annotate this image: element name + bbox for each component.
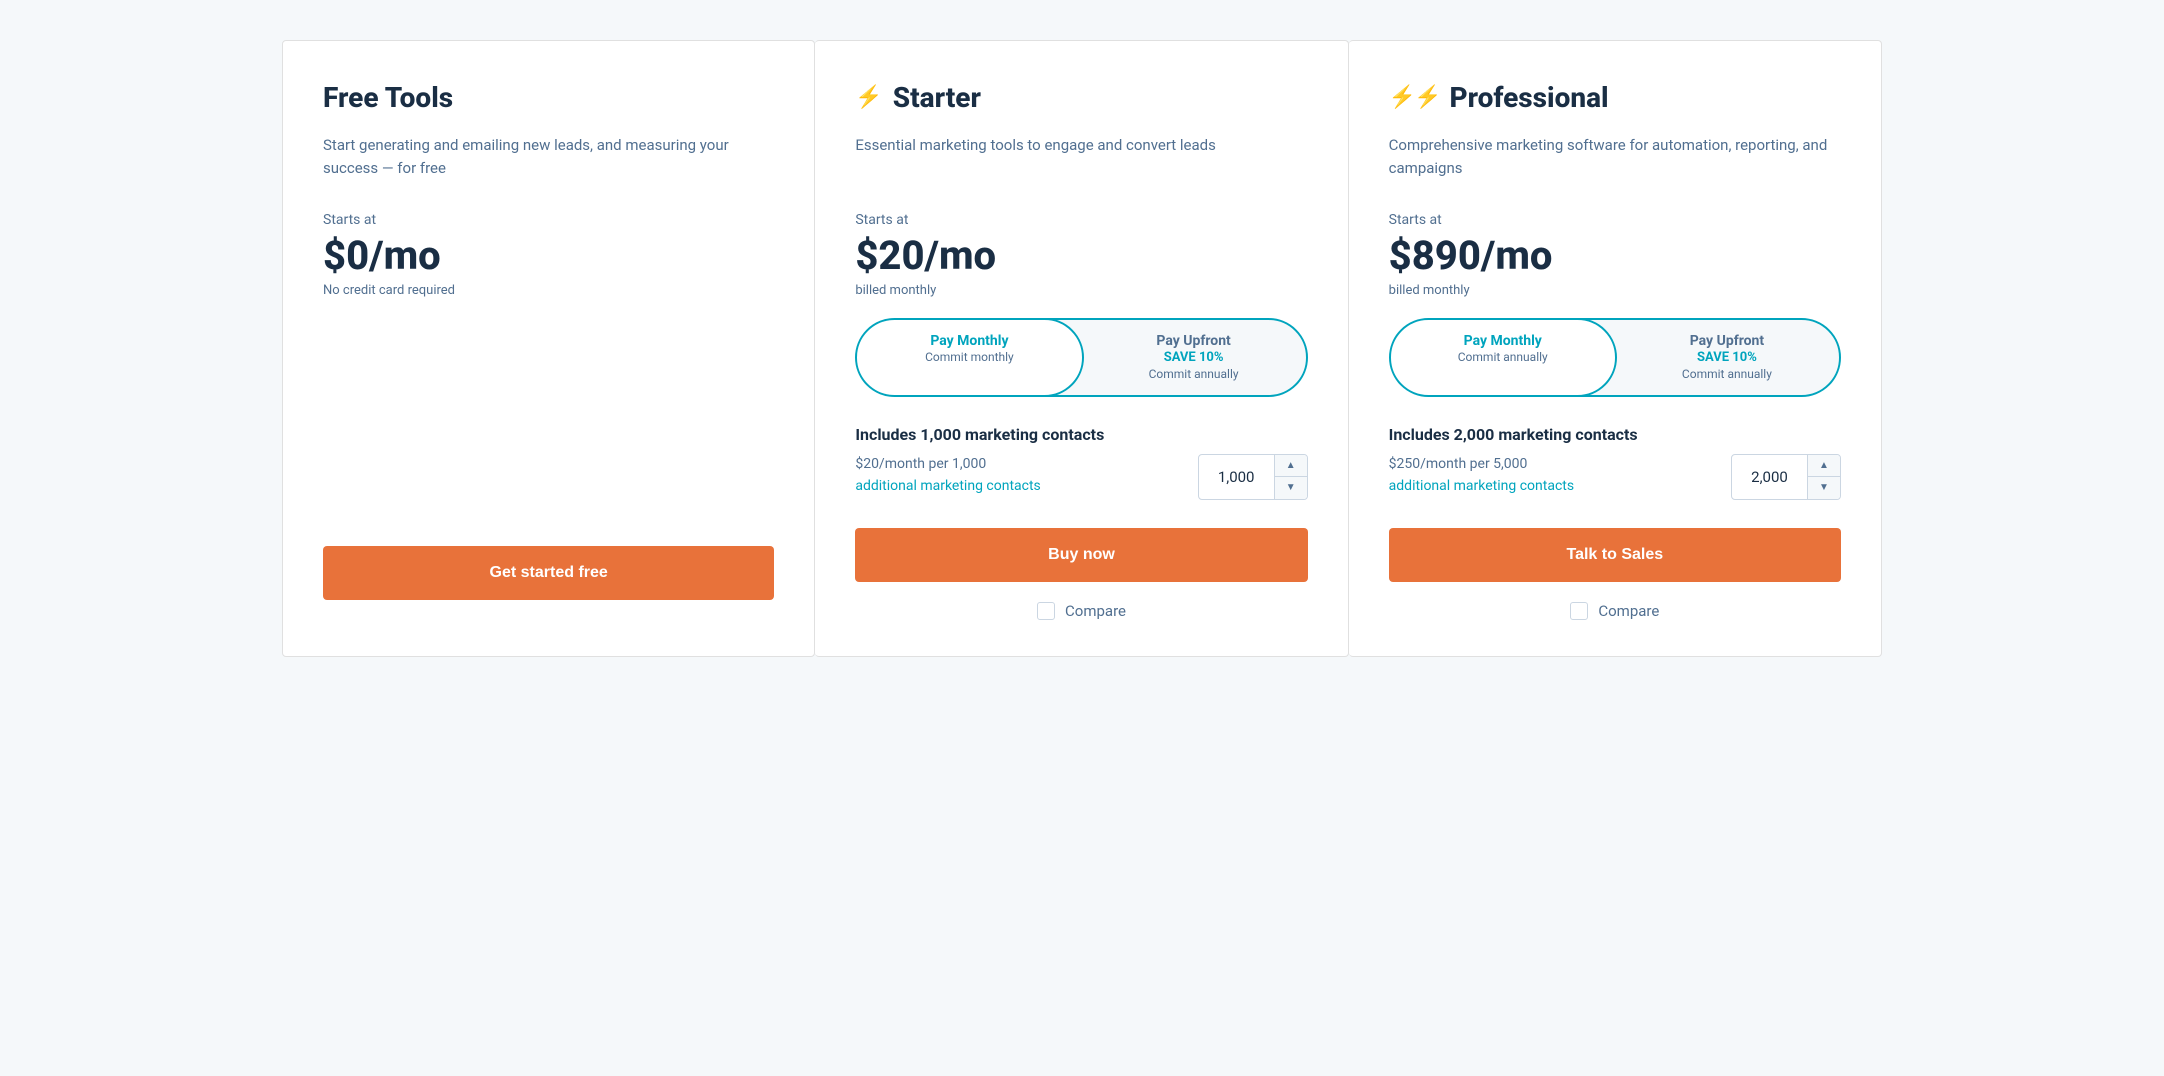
pricing-grid: Free Tools Start generating and emailing… xyxy=(282,40,1882,657)
toggle-annual-subtitle-professional: Commit annually xyxy=(1629,367,1825,383)
contacts-pricing-row-starter: $20/month per 1,000 additional marketing… xyxy=(855,454,1307,500)
price-label-professional: Starts at xyxy=(1389,212,1841,228)
card-title-row-professional: ⚡⚡ Professional xyxy=(1389,81,1841,114)
contacts-title-starter: Includes 1,000 marketing contacts xyxy=(855,425,1307,444)
double-bolt-icon: ⚡⚡ xyxy=(1389,85,1440,110)
toggle-annual-title-professional: Pay Upfront xyxy=(1629,332,1825,350)
card-title-row-starter: ⚡ Starter xyxy=(855,81,1307,114)
card-title-professional: Professional xyxy=(1449,81,1608,114)
card-title-row-free: Free Tools xyxy=(323,81,774,114)
contacts-link-professional[interactable]: additional marketing contacts xyxy=(1389,478,1574,494)
card-starter: ⚡ Starter Essential marketing tools to e… xyxy=(815,40,1348,657)
stepper-down-professional[interactable]: ▼ xyxy=(1808,477,1840,499)
contacts-stepper-professional[interactable]: 2,000 ▲ ▼ xyxy=(1731,454,1841,500)
contacts-price-info-professional: $250/month per 5,000 additional marketin… xyxy=(1389,454,1574,497)
card-title-free: Free Tools xyxy=(323,81,453,114)
price-note-free: No credit card required xyxy=(323,283,774,298)
contacts-price-per-professional: $250/month per 5,000 xyxy=(1389,454,1574,475)
billing-toggle-starter[interactable]: Pay Monthly Commit monthly Pay Upfront S… xyxy=(855,318,1307,397)
price-billing-starter: billed monthly xyxy=(855,283,1307,298)
compare-row-professional: Compare xyxy=(1389,602,1841,620)
price-label-starter: Starts at xyxy=(855,212,1307,228)
contacts-link-starter[interactable]: additional marketing contacts xyxy=(855,478,1040,494)
toggle-monthly-starter[interactable]: Pay Monthly Commit monthly xyxy=(855,318,1083,397)
toggle-monthly-title-professional: Pay Monthly xyxy=(1405,332,1601,350)
contacts-price-info-starter: $20/month per 1,000 additional marketing… xyxy=(855,454,1040,497)
cta-button-professional[interactable]: Talk to Sales xyxy=(1389,528,1841,582)
toggle-annual-save-starter: SAVE 10% xyxy=(1096,350,1292,367)
toggle-monthly-subtitle-professional: Commit annually xyxy=(1405,350,1601,366)
toggle-monthly-subtitle-starter: Commit monthly xyxy=(871,350,1067,366)
contacts-title-professional: Includes 2,000 marketing contacts xyxy=(1389,425,1841,444)
cta-button-starter[interactable]: Buy now xyxy=(855,528,1307,582)
stepper-buttons-professional: ▲ ▼ xyxy=(1808,455,1840,499)
toggle-monthly-title-starter: Pay Monthly xyxy=(871,332,1067,350)
toggle-annual-starter[interactable]: Pay Upfront SAVE 10% Commit annually xyxy=(1082,320,1306,395)
price-main-professional: $890/mo xyxy=(1389,232,1841,279)
toggle-annual-title-starter: Pay Upfront xyxy=(1096,332,1292,350)
contacts-section-professional: Includes 2,000 marketing contacts $250/m… xyxy=(1389,425,1841,500)
stepper-value-starter: 1,000 xyxy=(1199,455,1275,499)
card-description-professional: Comprehensive marketing software for aut… xyxy=(1389,134,1841,184)
stepper-buttons-starter: ▲ ▼ xyxy=(1275,455,1307,499)
card-free: Free Tools Start generating and emailing… xyxy=(282,40,815,657)
price-billing-professional: billed monthly xyxy=(1389,283,1841,298)
stepper-up-professional[interactable]: ▲ xyxy=(1808,455,1840,478)
cta-button-free[interactable]: Get started free xyxy=(323,546,774,600)
compare-row-starter: Compare xyxy=(855,602,1307,620)
card-description-starter: Essential marketing tools to engage and … xyxy=(855,134,1307,184)
card-professional: ⚡⚡ Professional Comprehensive marketing … xyxy=(1349,40,1882,657)
compare-label-professional: Compare xyxy=(1598,602,1659,620)
contacts-stepper-starter[interactable]: 1,000 ▲ ▼ xyxy=(1198,454,1308,500)
compare-checkbox-starter[interactable] xyxy=(1037,602,1055,620)
stepper-value-professional: 2,000 xyxy=(1732,455,1808,499)
contacts-price-per-starter: $20/month per 1,000 xyxy=(855,454,1040,475)
price-main-free: $0/mo xyxy=(323,232,774,279)
price-main-starter: $20/mo xyxy=(855,232,1307,279)
stepper-up-starter[interactable]: ▲ xyxy=(1275,455,1307,478)
contacts-section-starter: Includes 1,000 marketing contacts $20/mo… xyxy=(855,425,1307,500)
price-label-free: Starts at xyxy=(323,212,774,228)
compare-label-starter: Compare xyxy=(1065,602,1126,620)
card-title-starter: Starter xyxy=(893,81,981,114)
card-description-free: Start generating and emailing new leads,… xyxy=(323,134,774,184)
billing-toggle-professional[interactable]: Pay Monthly Commit annually Pay Upfront … xyxy=(1389,318,1841,397)
toggle-annual-subtitle-starter: Commit annually xyxy=(1096,367,1292,383)
toggle-monthly-professional[interactable]: Pay Monthly Commit annually xyxy=(1389,318,1617,397)
contacts-pricing-row-professional: $250/month per 5,000 additional marketin… xyxy=(1389,454,1841,500)
compare-checkbox-professional[interactable] xyxy=(1570,602,1588,620)
single-bolt-icon: ⚡ xyxy=(855,85,882,110)
toggle-annual-professional[interactable]: Pay Upfront SAVE 10% Commit annually xyxy=(1615,320,1839,395)
stepper-down-starter[interactable]: ▼ xyxy=(1275,477,1307,499)
toggle-annual-save-professional: SAVE 10% xyxy=(1629,350,1825,367)
